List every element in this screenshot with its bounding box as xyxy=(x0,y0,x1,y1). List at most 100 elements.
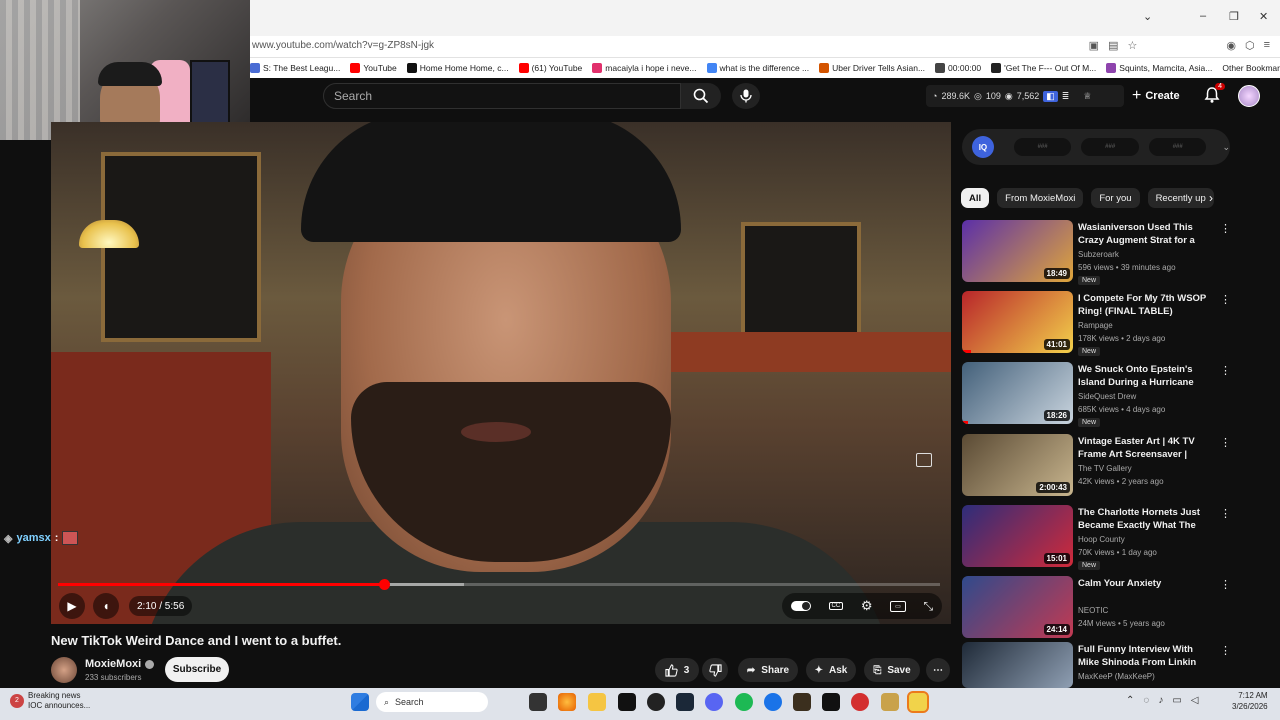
channel-name-link[interactable]: MoxieMoxi xyxy=(85,658,155,670)
chip-all[interactable]: All xyxy=(961,188,990,208)
ask-button[interactable]: ✦ Ask xyxy=(806,658,856,682)
taskbar-search[interactable]: ⌕ Search xyxy=(376,692,488,712)
address-bar[interactable]: www.youtube.com/watch?v=g-ZP8sN-jgk ▣ ▤ … xyxy=(250,36,1280,58)
more-vert-icon[interactable]: ⋮ xyxy=(1220,436,1231,449)
recommendation-item[interactable]: Full Funny Interview With Mike Shinoda F… xyxy=(962,642,1232,688)
chips-next-chevron-icon[interactable]: › xyxy=(1209,191,1213,205)
spotify-icon[interactable] xyxy=(735,693,753,711)
discord-icon[interactable] xyxy=(705,693,723,711)
bookmark-item[interactable]: Squints, Mamcita, Asia... xyxy=(1106,63,1212,73)
notifications-button[interactable]: 4 xyxy=(1203,83,1225,106)
create-button[interactable]: + Create xyxy=(1132,85,1192,107)
app-icon[interactable] xyxy=(881,693,899,711)
video-title-link[interactable]: Vintage Easter Art | 4K TV Frame Art Scr… xyxy=(1078,435,1214,461)
autoplay-toggle[interactable] xyxy=(790,601,811,611)
subscribe-button[interactable]: Subscribe xyxy=(165,657,229,682)
notion-icon[interactable] xyxy=(822,693,840,711)
progress-bar[interactable] xyxy=(58,579,940,590)
bookmark-item[interactable]: (61) YouTube xyxy=(518,63,582,73)
browser-icon[interactable] xyxy=(764,693,782,711)
video-thumbnail[interactable]: 24:14 xyxy=(962,576,1073,638)
bookmark-star-icon[interactable]: ☆ xyxy=(1127,39,1137,52)
close-window-button[interactable]: ✕ xyxy=(1259,10,1268,23)
video-title-link[interactable]: Full Funny Interview With Mike Shinoda F… xyxy=(1078,643,1214,669)
account-icon[interactable]: ◉ xyxy=(1226,39,1236,52)
more-vert-icon[interactable]: ⋮ xyxy=(1220,293,1231,306)
like-button[interactable]: 3 xyxy=(655,658,699,682)
chip-recently-uploaded[interactable]: Recently up xyxy=(1147,188,1214,208)
more-vert-icon[interactable]: ⋮ xyxy=(1220,507,1231,520)
volume-tray-icon[interactable]: ◁ xyxy=(1191,695,1199,706)
chevron-down-icon[interactable]: ⌄ xyxy=(1222,142,1230,153)
reader-view-icon[interactable]: ▤ xyxy=(1108,39,1118,52)
firefox-icon[interactable] xyxy=(558,693,576,711)
video-thumbnail[interactable]: 2:00:43 xyxy=(962,434,1073,496)
news-widget[interactable]: 2 Breaking news IOC announces... xyxy=(10,691,90,711)
fullscreen-icon[interactable]: ⤡ xyxy=(924,599,934,614)
bookmark-item[interactable]: Home Home Home, c... xyxy=(406,63,509,73)
more-actions-button[interactable]: ⋯ xyxy=(926,658,950,682)
screenshot-icon[interactable]: ▣ xyxy=(1089,39,1099,52)
display-icon[interactable]: ▭ xyxy=(1172,695,1181,706)
wow-icon[interactable] xyxy=(793,693,811,711)
share-button[interactable]: ➦ Share xyxy=(738,658,798,682)
extensions-icon[interactable]: ⬡ xyxy=(1245,39,1255,52)
file-explorer-icon[interactable] xyxy=(588,693,606,711)
video-player[interactable] xyxy=(51,122,951,624)
voice-search-button[interactable] xyxy=(732,83,760,109)
bookmark-item[interactable]: macaiyla i hope i neve... xyxy=(592,63,697,73)
iq-pill[interactable]: ### xyxy=(1081,138,1139,156)
account-avatar[interactable] xyxy=(1238,85,1260,107)
more-vert-icon[interactable]: ⋮ xyxy=(1220,644,1231,657)
channel-name[interactable]: The TV Gallery xyxy=(1078,464,1132,473)
channel-name[interactable]: Hoop County xyxy=(1078,535,1125,544)
more-vert-icon[interactable]: ⋮ xyxy=(1220,222,1231,235)
video-title-link[interactable]: The Charlotte Hornets Just Became Exactl… xyxy=(1078,506,1214,532)
tab-list-chevron-icon[interactable]: ⌄ xyxy=(1143,10,1152,23)
minimize-button[interactable]: – xyxy=(1200,10,1206,22)
video-title-link[interactable]: We Snuck Onto Epstein's Island During a … xyxy=(1078,363,1214,389)
save-button[interactable]: ⎘ Save xyxy=(864,658,920,682)
app-icon[interactable] xyxy=(907,691,929,713)
channel-name[interactable]: Rampage xyxy=(1078,321,1113,330)
bookmark-item[interactable]: what is the difference ... xyxy=(706,63,809,73)
video-thumbnail[interactable]: 18:26 xyxy=(962,362,1073,424)
url-text[interactable]: www.youtube.com/watch?v=g-ZP8sN-jgk xyxy=(252,40,434,51)
channel-name[interactable]: NEOTIC xyxy=(1078,606,1108,615)
taskbar-clock[interactable]: 7:12 AM 3/26/2026 xyxy=(1232,690,1268,712)
steam-icon[interactable] xyxy=(676,693,694,711)
search-button[interactable] xyxy=(681,83,721,109)
recommendation-item[interactable]: 15:01 The Charlotte Hornets Just Became E… xyxy=(962,505,1232,570)
iq-pill[interactable]: ### xyxy=(1148,138,1207,156)
volume-button[interactable]: ◖ xyxy=(93,593,119,619)
list-icon[interactable]: ≣ xyxy=(1062,91,1070,102)
recommendation-item[interactable]: 41:01 I Compete For My 7th WSOP Ring! (FI… xyxy=(962,291,1232,356)
video-thumbnail[interactable]: 15:01 xyxy=(962,505,1073,567)
app-icon[interactable] xyxy=(851,693,869,711)
extension-logo-icon[interactable]: ◧ xyxy=(1043,90,1058,102)
settings-gear-icon[interactable]: ⚙ xyxy=(861,598,873,614)
restore-button[interactable]: ❐ xyxy=(1229,10,1239,23)
iq-extension-panel[interactable]: IQ ### ### ### ⌄ xyxy=(962,129,1230,165)
more-vert-icon[interactable]: ⋮ xyxy=(1220,364,1231,377)
bookmark-item[interactable]: 'Get The F--- Out Of M... xyxy=(991,63,1096,73)
captions-icon[interactable]: CC xyxy=(828,602,844,610)
play-button[interactable]: ▶ xyxy=(59,593,85,619)
iq-pill[interactable]: ### xyxy=(1013,138,1072,156)
bookmark-item[interactable]: YouTube xyxy=(350,63,397,73)
video-thumbnail[interactable]: 18:49 xyxy=(962,220,1073,282)
video-title-link[interactable]: Calm Your Anxiety xyxy=(1078,577,1214,590)
theater-mode-icon[interactable]: ▭ xyxy=(890,600,906,612)
channel-avatar[interactable] xyxy=(51,657,77,683)
bookmark-item[interactable]: S: The Best Leagu... xyxy=(250,63,340,73)
mic-tray-icon[interactable]: ♪ xyxy=(1158,695,1163,706)
extension-stats-bar[interactable]: ◔ 289.6K ◎ 109 ◉ 7,562 ◧ ≣ ♕ xyxy=(926,85,1124,107)
dislike-button[interactable] xyxy=(702,658,728,682)
menu-icon[interactable]: ≡ xyxy=(1264,39,1270,52)
other-bookmarks-folder[interactable]: Other Bookmarks xyxy=(1222,63,1280,73)
tray-chevron-icon[interactable]: ⌃ xyxy=(1126,695,1134,706)
recommendation-item[interactable]: 18:49 Wasianiverson Used This Crazy Augme… xyxy=(962,220,1232,285)
recommendation-item[interactable]: 2:00:43 Vintage Easter Art | 4K TV Frame … xyxy=(962,434,1232,496)
chip-from-channel[interactable]: From MoxieMoxi xyxy=(997,188,1084,208)
video-thumbnail[interactable] xyxy=(962,642,1073,688)
